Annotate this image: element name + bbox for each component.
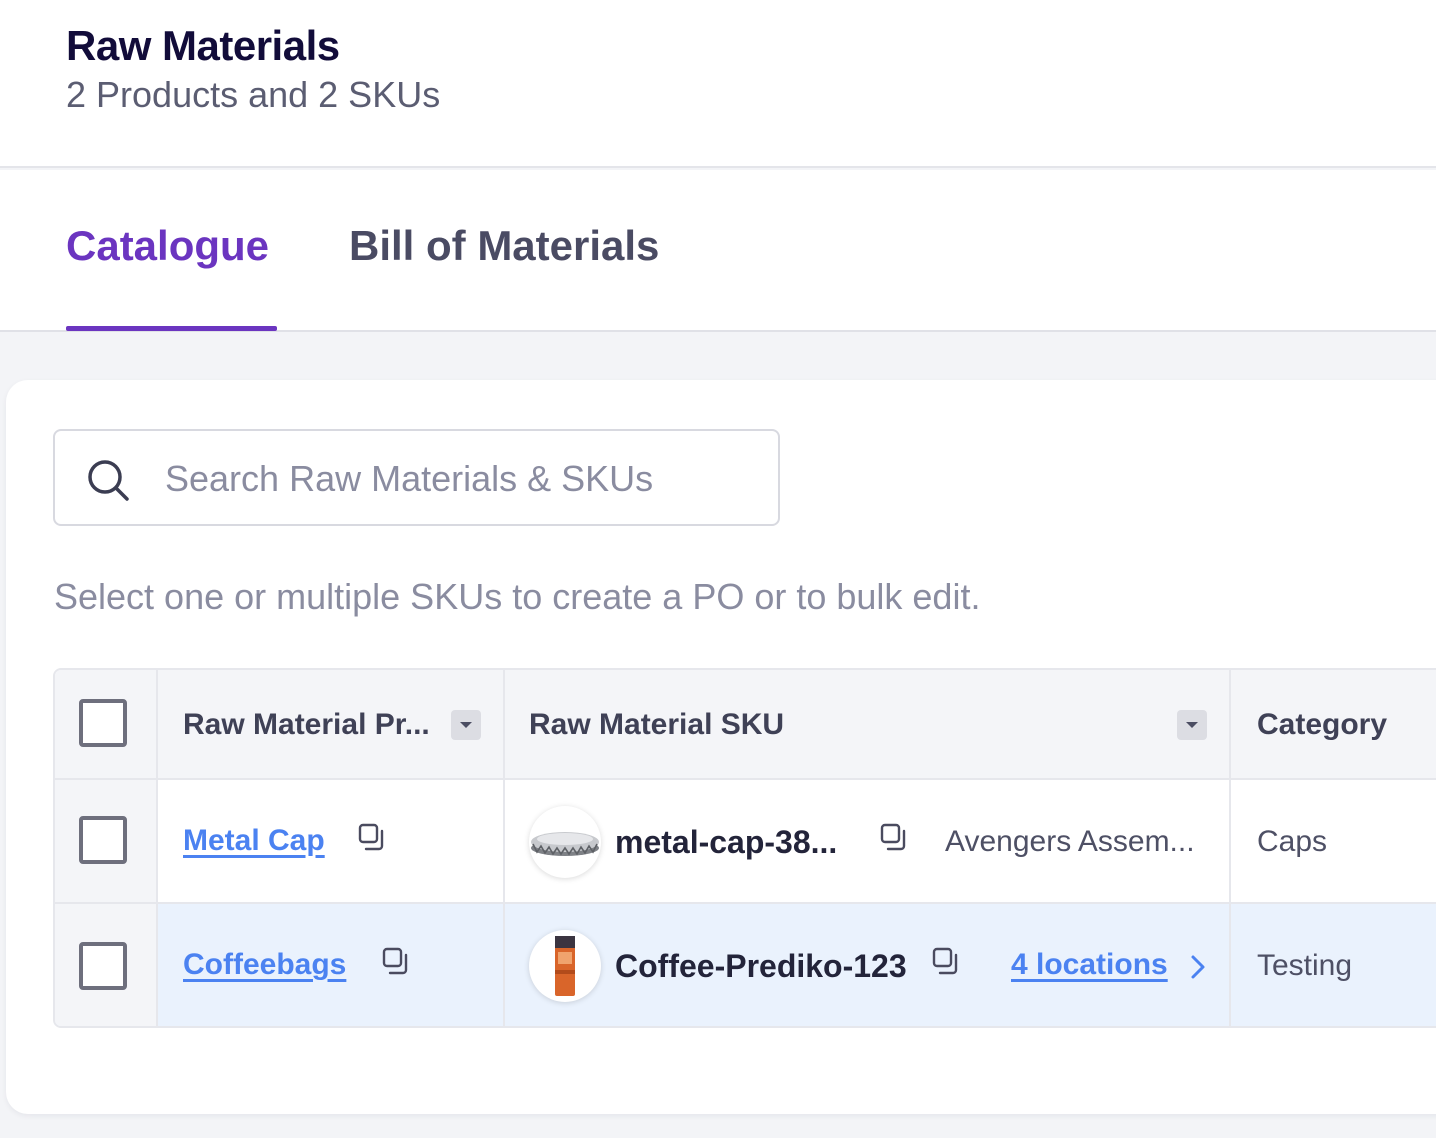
sort-product-button[interactable]	[451, 710, 481, 740]
coffee-bag-image	[529, 930, 601, 1002]
column-divider	[503, 670, 505, 778]
select-all-checkbox[interactable]	[79, 699, 127, 747]
copy-icon[interactable]	[381, 946, 411, 976]
search-icon	[88, 460, 129, 501]
column-divider	[1229, 904, 1231, 1026]
search-box	[53, 429, 780, 526]
copy-icon[interactable]	[931, 946, 961, 976]
raw-materials-table: Raw Material Pr... Raw Material SKU Cate…	[53, 668, 1436, 1028]
product-link[interactable]: Metal Cap	[183, 824, 325, 858]
column-divider	[503, 904, 505, 1026]
copy-icon[interactable]	[357, 822, 387, 852]
table-row[interactable]: Metal Cap metal-cap-38... Avengers Assem…	[55, 780, 1436, 904]
column-header-sku[interactable]: Raw Material SKU	[529, 708, 784, 742]
locations-link[interactable]: 4 locations	[1011, 948, 1168, 982]
chevron-right-icon[interactable]	[1187, 952, 1209, 982]
copy-icon[interactable]	[879, 822, 909, 852]
helper-text: Select one or multiple SKUs to create a …	[54, 576, 981, 617]
row-select-cell	[55, 904, 158, 1026]
metal-cap-image	[529, 806, 601, 878]
category-text: Caps	[1257, 825, 1328, 858]
sort-sku-button[interactable]	[1177, 710, 1207, 740]
column-divider	[1229, 670, 1231, 778]
row-checkbox[interactable]	[79, 942, 127, 990]
select-column-header	[55, 670, 158, 778]
category-text: Testing	[1257, 949, 1353, 982]
sku-name: metal-cap-38...	[615, 824, 838, 860]
product-link[interactable]: Coffeebags	[183, 948, 346, 982]
tab-catalogue[interactable]: Catalogue	[66, 222, 269, 270]
column-divider	[503, 780, 505, 902]
page-header: Raw Materials 2 Products and 2 SKUs	[0, 0, 1436, 168]
tab-bill-of-materials[interactable]: Bill of Materials	[349, 222, 659, 270]
page-subtitle: 2 Products and 2 SKUs	[66, 74, 441, 115]
search-input[interactable]	[165, 451, 745, 507]
row-select-cell	[55, 780, 158, 902]
table-row[interactable]: Coffeebags Coffee-Prediko-123 4 location…	[55, 904, 1436, 1026]
column-header-category[interactable]: Category	[1257, 708, 1387, 742]
active-tab-indicator	[66, 326, 277, 331]
table-header: Raw Material Pr... Raw Material SKU Cate…	[55, 670, 1436, 780]
sku-name: Coffee-Prediko-123	[615, 948, 907, 984]
column-header-product[interactable]: Raw Material Pr...	[183, 708, 430, 742]
column-divider	[1229, 780, 1231, 902]
sku-location: Avengers Assem...	[945, 825, 1195, 858]
page-title: Raw Materials	[66, 22, 340, 69]
row-checkbox[interactable]	[79, 816, 127, 864]
catalogue-card: Select one or multiple SKUs to create a …	[6, 380, 1436, 1114]
tab-bar: Catalogue Bill of Materials	[0, 170, 1436, 332]
